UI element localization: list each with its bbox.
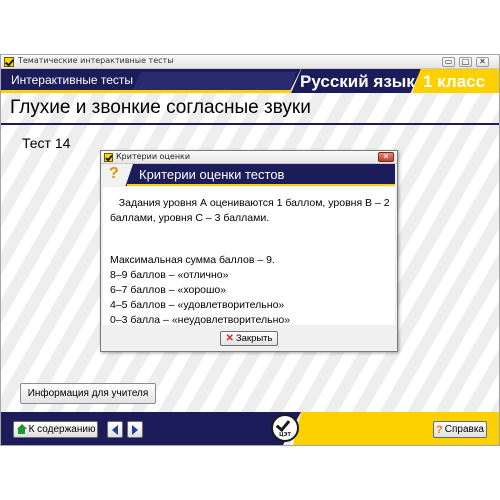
previous-button[interactable]	[107, 421, 123, 438]
criteria-line: 8–9 баллов – «отлично»	[110, 269, 229, 281]
arrow-right-icon	[132, 424, 138, 435]
next-button[interactable]	[127, 421, 143, 438]
criteria-line: 6–7 баллов – «хорошо»	[110, 284, 227, 296]
help-button-label: Справка	[444, 424, 484, 435]
header-tab-label: Интерактивные тесты	[11, 73, 134, 87]
grade-label: 1 класс	[423, 72, 486, 91]
teacher-info-button[interactable]: Информация для учителя	[20, 383, 156, 404]
dialog-header-title: Критерии оценки тестов	[139, 167, 285, 182]
logo-text: ЦЭТ	[279, 432, 291, 438]
checkmark-icon	[275, 416, 291, 433]
topic-title: Глухие и звонкие согласные звуки	[10, 97, 311, 118]
dialog-header-icon-box: ?	[103, 164, 133, 186]
criteria-dialog: Критерии оценки ✕ ? Критерии оценки тест…	[100, 150, 398, 352]
dialog-title: Критерии оценки	[116, 152, 191, 161]
close-icon: ✕	[479, 57, 486, 66]
criteria-paragraph-text: Задания уровня А оцениваются 1 баллом, у…	[110, 197, 390, 224]
question-icon: ?	[436, 423, 443, 436]
help-button[interactable]: ? Справка	[433, 421, 487, 438]
dialog-app-icon	[104, 153, 113, 162]
close-x-icon: ✕	[225, 333, 234, 344]
subject-label: Русский язык	[300, 72, 415, 91]
question-icon: ?	[109, 165, 119, 182]
maximize-button[interactable]: □	[459, 57, 472, 67]
criteria-line: 4–5 баллов – «удовлетворительно»	[110, 299, 285, 311]
contents-button-label: К содержанию	[28, 424, 96, 435]
close-icon: ✕	[382, 152, 390, 161]
footer: К содержанию ЦЭТ ? Справка	[1, 412, 499, 445]
topic-divider	[1, 123, 499, 125]
dialog-header: ? Критерии оценки тестов	[103, 164, 395, 186]
maximize-icon: □	[461, 57, 470, 66]
criteria-line: 0–3 балла – «неудовлетворительно»	[110, 314, 291, 326]
dialog-titlebar: Критерии оценки ✕	[101, 151, 397, 164]
dialog-body: Задания уровня А оцениваются 1 баллом, у…	[103, 187, 395, 326]
dialog-close-x-button[interactable]: ✕	[378, 152, 394, 162]
cet-logo: ЦЭТ	[271, 414, 299, 442]
test-label: Тест 14	[22, 135, 71, 151]
window-title: Тематические интерактивные тесты	[18, 56, 174, 65]
dialog-close-button-label: Закрыть	[235, 333, 273, 344]
header-band: Интерактивные тесты Русский язык 1 класс	[1, 69, 499, 93]
app-icon	[4, 57, 14, 67]
close-window-button[interactable]: ✕	[476, 57, 489, 67]
criteria-paragraph: Задания уровня А оцениваются 1 баллом, у…	[110, 196, 394, 226]
minimize-icon: ▭	[444, 57, 453, 66]
home-icon	[16, 424, 27, 435]
criteria-line: Максимальная сумма баллов – 9.	[110, 254, 275, 266]
arrow-left-icon	[112, 424, 118, 435]
minimize-button[interactable]: ▭	[442, 57, 455, 67]
dialog-close-button[interactable]: ✕ Закрыть	[220, 331, 278, 346]
dialog-header-stripe	[127, 184, 395, 186]
contents-button[interactable]: К содержанию	[13, 421, 98, 438]
header-stripe	[1, 90, 291, 93]
main-titlebar: Тематические интерактивные тесты ▭ □ ✕	[1, 55, 499, 69]
